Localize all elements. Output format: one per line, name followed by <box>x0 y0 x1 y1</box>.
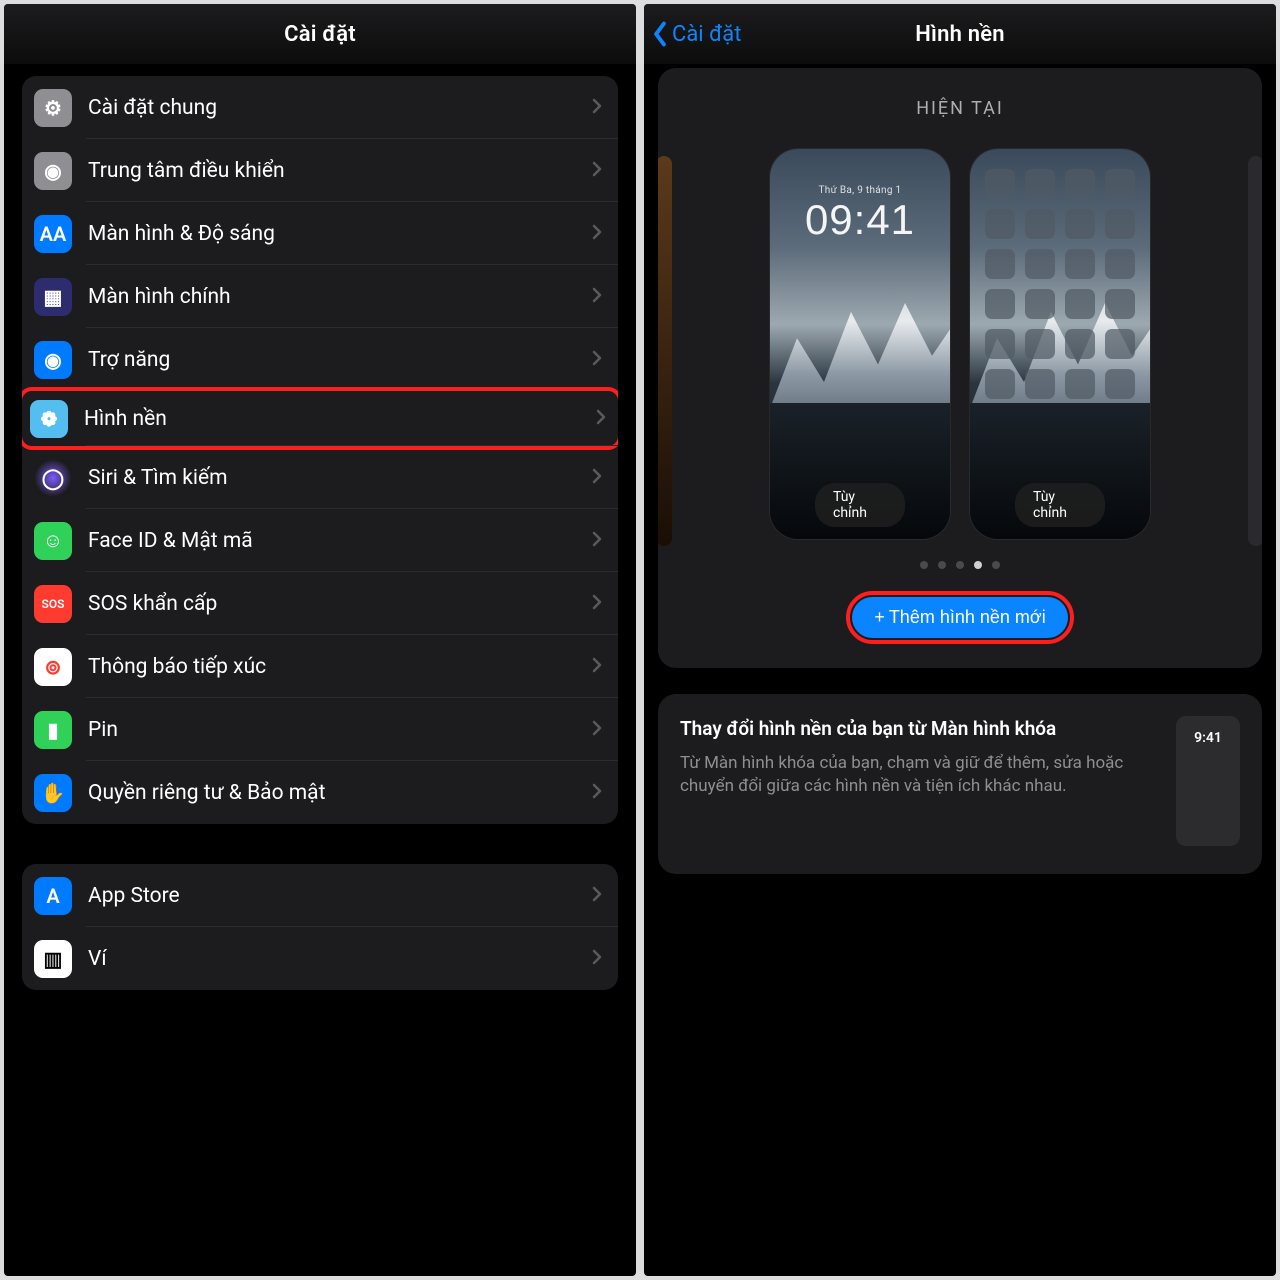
chevron-right-icon <box>592 350 602 370</box>
next-wallpaper-sliver[interactable] <box>1248 156 1262 546</box>
info-desc: Từ Màn hình khóa của bạn, chạm và giữ để… <box>680 752 1158 800</box>
settings-row-label: Hình nền <box>84 407 596 431</box>
chevron-right-icon <box>592 657 602 677</box>
settings-screen: Cài đặt ⚙ Cài đặt chung ◉ Trung tâm điều… <box>4 4 636 1276</box>
lock-date: Thứ Ba, 9 tháng 1 <box>819 185 902 196</box>
nav-header: Cài đặt Hình nền <box>644 4 1276 64</box>
info-title: Thay đổi hình nền của bạn từ Màn hình kh… <box>680 716 1158 742</box>
settings-row-label: Trợ năng <box>88 348 592 372</box>
add-wallpaper-highlight: +Thêm hình nền mới <box>846 591 1073 644</box>
control-center-icon: ◉ <box>34 152 72 190</box>
settings-row-gear[interactable]: ⚙ Cài đặt chung <box>22 76 618 139</box>
nav-header: Cài đặt <box>4 4 636 64</box>
prev-wallpaper-sliver[interactable] <box>658 156 672 546</box>
chevron-right-icon <box>592 720 602 740</box>
lock-time: 09:41 <box>805 196 915 244</box>
appstore-icon: A <box>34 877 72 915</box>
settings-row-label: Màn hình chính <box>88 285 592 309</box>
page-dot[interactable] <box>992 561 1000 569</box>
home-icon-grid <box>985 169 1135 399</box>
settings-row-label: Pin <box>88 718 592 742</box>
current-label: HIỆN TẠI <box>916 98 1004 119</box>
settings-body: ⚙ Cài đặt chung ◉ Trung tâm điều khiển A… <box>4 64 636 1276</box>
page-dot[interactable] <box>956 561 964 569</box>
chevron-right-icon <box>592 468 602 488</box>
settings-row-accessibility[interactable]: ◉ Trợ năng <box>22 328 618 391</box>
wallet-icon: ▥ <box>34 940 72 978</box>
settings-row-wallet[interactable]: ▥ Ví <box>22 927 618 990</box>
settings-row-label: Trung tâm điều khiển <box>88 159 592 183</box>
back-label: Cài đặt <box>672 22 741 47</box>
chevron-left-icon <box>652 21 668 47</box>
page-dot[interactable] <box>920 561 928 569</box>
settings-row-siri[interactable]: ◯ Siri & Tìm kiếm <box>22 446 618 509</box>
settings-row-wallpaper[interactable]: ❁ Hình nền <box>22 387 618 450</box>
settings-row-label: Quyền riêng tư & Bảo mật <box>88 781 592 805</box>
chevron-right-icon <box>592 531 602 551</box>
info-card: Thay đổi hình nền của bạn từ Màn hình kh… <box>658 694 1262 874</box>
settings-row-appstore[interactable]: A App Store <box>22 864 618 927</box>
settings-row-privacy[interactable]: ✋ Quyền riêng tư & Bảo mật <box>22 761 618 824</box>
chevron-right-icon <box>592 287 602 307</box>
settings-row-label: Ví <box>88 947 592 971</box>
settings-row-home-screen[interactable]: ▦ Màn hình chính <box>22 265 618 328</box>
gear-icon: ⚙ <box>34 89 72 127</box>
customize-home-button[interactable]: Tùy chỉnh <box>1015 483 1105 527</box>
chevron-right-icon <box>592 949 602 969</box>
settings-group-store: A App Store ▥ Ví <box>22 864 618 990</box>
home-screen-preview[interactable]: Tùy chỉnh <box>970 149 1150 539</box>
add-wallpaper-button[interactable]: +Thêm hình nền mới <box>852 597 1067 638</box>
settings-row-label: App Store <box>88 884 592 908</box>
plus-icon: + <box>874 607 885 628</box>
info-text: Thay đổi hình nền của bạn từ Màn hình kh… <box>680 716 1158 846</box>
sos-icon: SOS <box>34 585 72 623</box>
settings-row-faceid[interactable]: ☺ Face ID & Mật mã <box>22 509 618 572</box>
chevron-right-icon <box>592 224 602 244</box>
faceid-icon: ☺ <box>34 522 72 560</box>
lock-screen-preview[interactable]: Thứ Ba, 9 tháng 1 09:41 Tùy chỉnh <box>770 149 950 539</box>
current-wallpaper-card: HIỆN TẠI Thứ Ba, 9 tháng 1 09:41 Tùy chỉ… <box>658 68 1262 668</box>
page-dot[interactable] <box>974 561 982 569</box>
mini-lock-preview: 9:41 <box>1176 716 1240 846</box>
wallpaper-icon: ❁ <box>30 400 68 438</box>
settings-row-label: Siri & Tìm kiếm <box>88 466 592 490</box>
mini-time: 9:41 <box>1194 730 1222 746</box>
exposure-icon: ⊚ <box>34 648 72 686</box>
settings-row-exposure[interactable]: ⊚ Thông báo tiếp xúc <box>22 635 618 698</box>
settings-group-main: ⚙ Cài đặt chung ◉ Trung tâm điều khiển A… <box>22 76 618 824</box>
page-dot[interactable] <box>938 561 946 569</box>
settings-row-label: SOS khẩn cấp <box>88 592 592 616</box>
wallpaper-body: HIỆN TẠI Thứ Ba, 9 tháng 1 09:41 Tùy chỉ… <box>644 64 1276 1276</box>
page-title: Cài đặt <box>284 22 356 47</box>
privacy-icon: ✋ <box>34 774 72 812</box>
settings-row-control-center[interactable]: ◉ Trung tâm điều khiển <box>22 139 618 202</box>
battery-icon: ▮ <box>34 711 72 749</box>
chevron-right-icon <box>592 98 602 118</box>
page-title: Hình nền <box>915 22 1005 47</box>
siri-icon: ◯ <box>34 459 72 497</box>
chevron-right-icon <box>592 886 602 906</box>
add-wallpaper-label: Thêm hình nền mới <box>889 607 1046 628</box>
settings-row-label: Face ID & Mật mã <box>88 529 592 553</box>
page-dots[interactable] <box>920 561 1000 569</box>
home-screen-icon: ▦ <box>34 278 72 316</box>
accessibility-icon: ◉ <box>34 341 72 379</box>
chevron-right-icon <box>592 161 602 181</box>
settings-row-display-brightness[interactable]: AA Màn hình & Độ sáng <box>22 202 618 265</box>
settings-row-sos[interactable]: SOS SOS khẩn cấp <box>22 572 618 635</box>
chevron-right-icon <box>596 409 606 429</box>
settings-row-label: Thông báo tiếp xúc <box>88 655 592 679</box>
preview-row: Thứ Ba, 9 tháng 1 09:41 Tùy chỉnh <box>674 149 1246 539</box>
display-brightness-icon: AA <box>34 215 72 253</box>
back-button[interactable]: Cài đặt <box>652 4 741 64</box>
chevron-right-icon <box>592 783 602 803</box>
wallpaper-screen: Cài đặt Hình nền HIỆN TẠI Thứ Ba, 9 thán… <box>644 4 1276 1276</box>
chevron-right-icon <box>592 594 602 614</box>
settings-row-battery[interactable]: ▮ Pin <box>22 698 618 761</box>
customize-lock-button[interactable]: Tùy chỉnh <box>815 483 905 527</box>
settings-row-label: Cài đặt chung <box>88 96 592 120</box>
settings-row-label: Màn hình & Độ sáng <box>88 222 592 246</box>
